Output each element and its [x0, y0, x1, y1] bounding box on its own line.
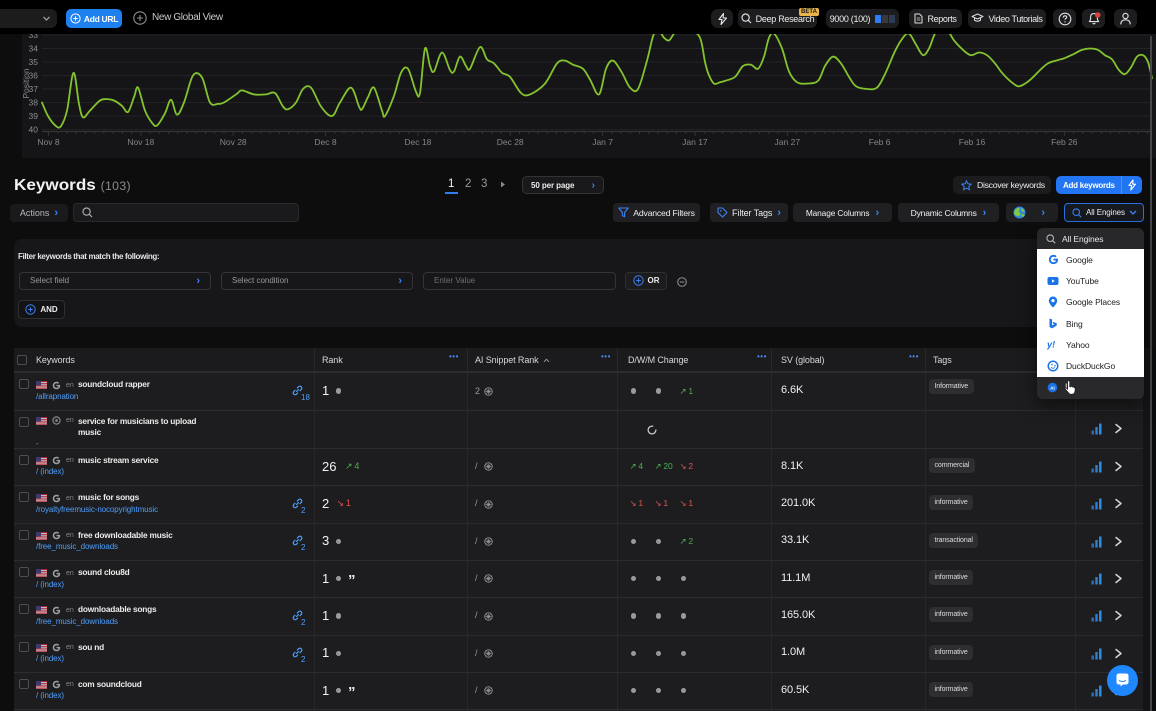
- svg-text:Nov 18: Nov 18: [127, 137, 154, 147]
- svg-text:Dec 18: Dec 18: [404, 137, 431, 147]
- svg-text:Jan 17: Jan 17: [682, 137, 708, 147]
- svg-text:Jan 27: Jan 27: [775, 137, 801, 147]
- svg-text:33: 33: [29, 34, 39, 40]
- svg-text:y!: y!: [1047, 340, 1055, 350]
- svg-text:Position: Position: [21, 68, 31, 99]
- svg-text:Feb 26: Feb 26: [1051, 137, 1078, 147]
- svg-text:Dec 8: Dec 8: [314, 137, 336, 147]
- svg-text:39: 39: [29, 111, 39, 121]
- svg-text:Jan 7: Jan 7: [592, 137, 613, 147]
- svg-text:35: 35: [29, 57, 39, 67]
- svg-text:Nov 8: Nov 8: [37, 137, 59, 147]
- svg-text:34: 34: [29, 44, 39, 54]
- svg-text:Dec 28: Dec 28: [497, 137, 524, 147]
- svg-text:Feb 6: Feb 6: [869, 137, 891, 147]
- svg-text:Feb 16: Feb 16: [959, 137, 986, 147]
- svg-text:AI: AI: [1050, 386, 1055, 391]
- svg-text:40: 40: [29, 125, 39, 135]
- svg-text:Nov 28: Nov 28: [220, 137, 247, 147]
